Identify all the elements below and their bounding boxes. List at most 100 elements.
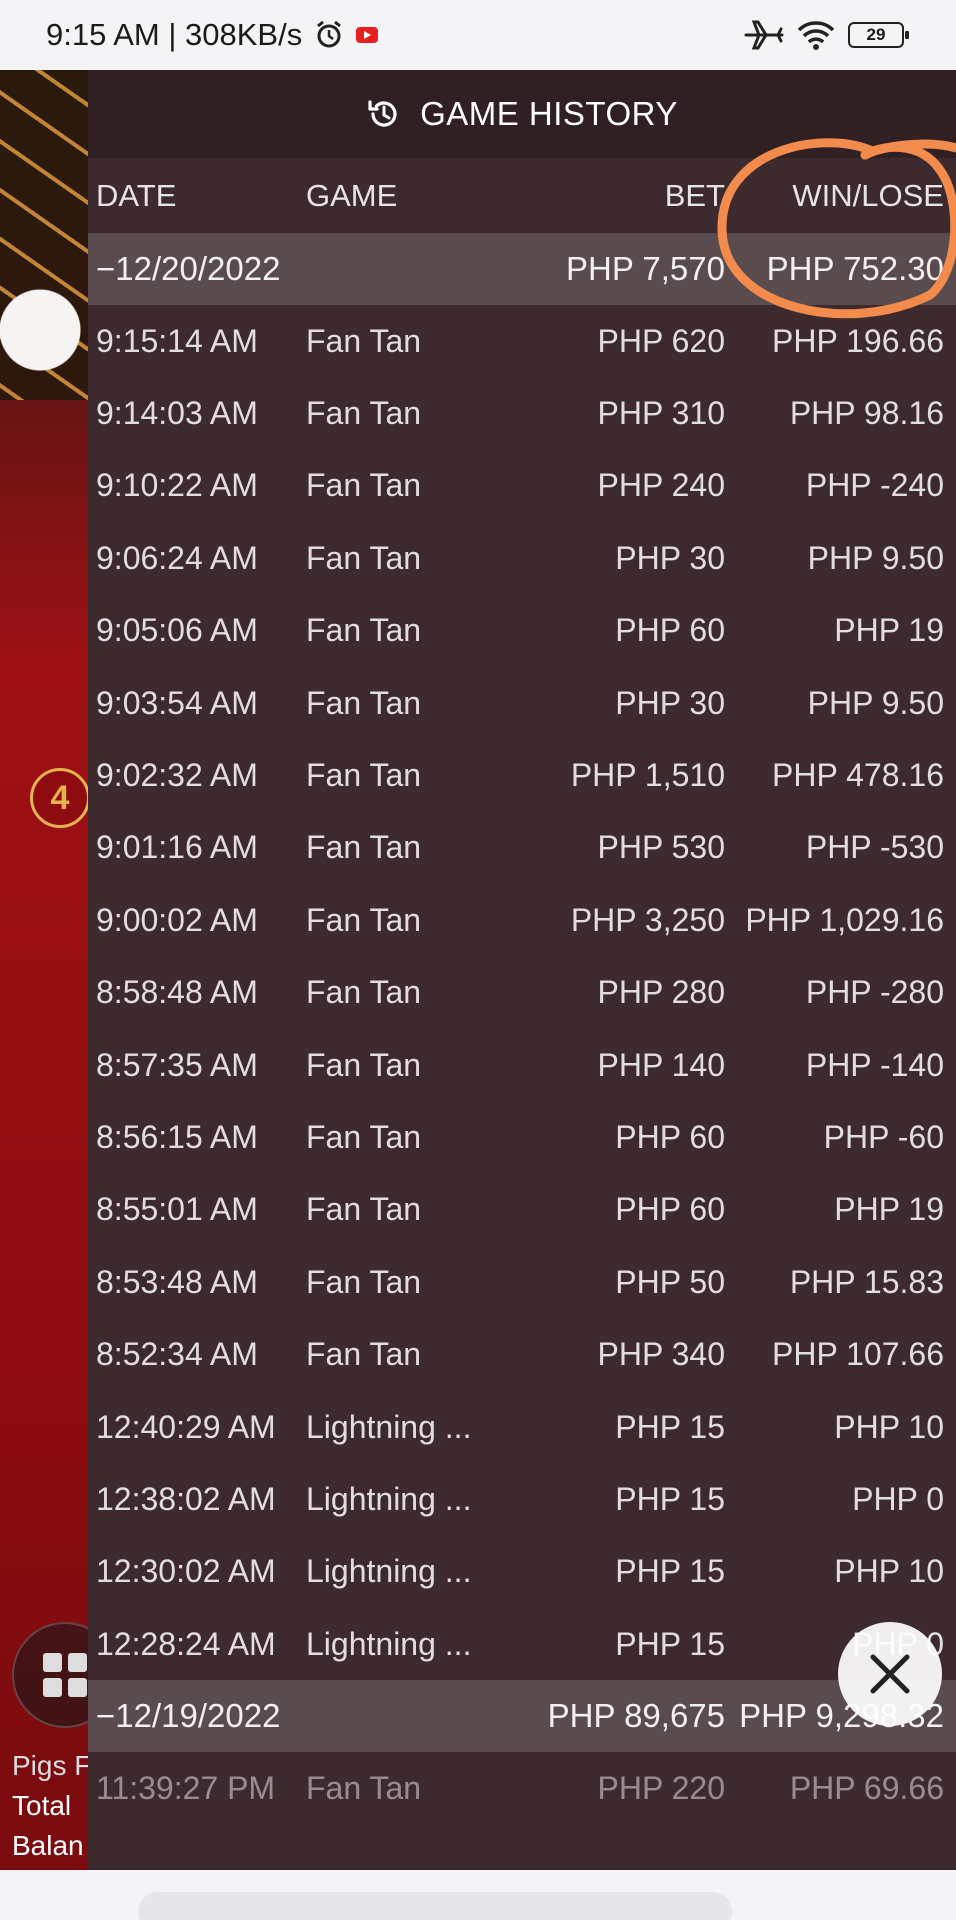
- close-icon: [870, 1654, 910, 1694]
- grid-icon: [43, 1653, 87, 1697]
- row-bet: PHP 15: [615, 1625, 725, 1662]
- history-row[interactable]: 8:58:48 AM Fan Tan PHP 280 PHP -280: [88, 957, 956, 1029]
- row-time: 8:55:01 AM: [96, 1191, 258, 1228]
- history-row[interactable]: 12:38:02 AM Lightning ... PHP 15 PHP 0: [88, 1463, 956, 1535]
- row-time: 8:58:48 AM: [96, 974, 258, 1011]
- history-row[interactable]: 11:39:27 PM Fan Tan PHP 220 PHP 69.66: [88, 1752, 956, 1824]
- row-time: 9:15:14 AM: [96, 322, 258, 359]
- address-bar[interactable]: [138, 1892, 732, 1920]
- history-row[interactable]: 12:30:02 AM Lightning ... PHP 15 PHP 10: [88, 1536, 956, 1608]
- row-game: Lightning ...: [306, 1553, 472, 1590]
- history-row[interactable]: 9:10:22 AM Fan Tan PHP 240 PHP -240: [88, 450, 956, 522]
- history-row[interactable]: 9:03:54 AM Fan Tan PHP 30 PHP 9.50: [88, 667, 956, 739]
- row-game: Fan Tan: [306, 1336, 422, 1373]
- row-bet: PHP 60: [615, 612, 725, 649]
- row-game: Fan Tan: [306, 684, 422, 721]
- column-bet: BET: [664, 177, 725, 213]
- row-game: Fan Tan: [306, 395, 422, 432]
- history-row[interactable]: 9:00:02 AM Fan Tan PHP 3,250 PHP 1,029.16: [88, 884, 956, 956]
- row-win-lose: PHP -530: [805, 829, 944, 866]
- status-right: 29: [744, 19, 909, 51]
- row-win-lose: PHP 10: [834, 1408, 944, 1445]
- history-row[interactable]: 9:05:06 AM Fan Tan PHP 60 PHP 19: [88, 595, 956, 667]
- row-time: 9:06:24 AM: [96, 539, 258, 576]
- row-game: Lightning ...: [306, 1408, 472, 1445]
- row-win-lose: PHP 69.66: [789, 1770, 944, 1807]
- history-row[interactable]: 9:06:24 AM Fan Tan PHP 30 PHP 9.50: [88, 522, 956, 594]
- row-win-lose: PHP 478.16: [772, 757, 944, 794]
- youtube-icon: [356, 27, 379, 43]
- history-row[interactable]: 8:52:34 AM Fan Tan PHP 340 PHP 107.66: [88, 1318, 956, 1390]
- day-total-bet: PHP 7,570: [565, 250, 725, 287]
- row-win-lose: PHP 196.66: [772, 322, 944, 359]
- history-row[interactable]: 12:40:29 AM Lightning ... PHP 15 PHP 10: [88, 1391, 956, 1463]
- row-win-lose: PHP -280: [805, 974, 944, 1011]
- row-game: Fan Tan: [306, 974, 422, 1011]
- row-bet: PHP 15: [615, 1553, 725, 1590]
- row-win-lose: PHP 98.16: [789, 395, 944, 432]
- row-game: Fan Tan: [306, 1046, 422, 1083]
- history-row[interactable]: 9:15:14 AM Fan Tan PHP 620 PHP 196.66: [88, 305, 956, 377]
- history-list[interactable]: −12/20/2022 PHP 7,570 PHP 752.30 9:15:14 AM…: [88, 233, 956, 1825]
- row-time: 8:56:15 AM: [96, 1118, 258, 1155]
- row-bet: PHP 3,250: [570, 901, 725, 938]
- row-bet: PHP 280: [597, 974, 726, 1011]
- history-row[interactable]: 8:55:01 AM Fan Tan PHP 60 PHP 19: [88, 1174, 956, 1246]
- history-row[interactable]: 8:57:35 AM Fan Tan PHP 140 PHP -140: [88, 1029, 956, 1101]
- row-bet: PHP 140: [597, 1046, 726, 1083]
- row-game: Fan Tan: [306, 757, 422, 794]
- history-title: GAME HISTORY: [420, 95, 678, 132]
- row-time: 11:39:27 PM: [96, 1770, 276, 1807]
- history-row[interactable]: 9:14:03 AM Fan Tan PHP 310 PHP 98.16: [88, 377, 956, 449]
- row-bet: PHP 310: [597, 395, 726, 432]
- day-summary-row[interactable]: −12/19/2022 PHP 89,675 PHP 9,298.32: [88, 1680, 956, 1753]
- day-summary-row[interactable]: −12/20/2022 PHP 7,570 PHP 752.30: [88, 233, 956, 305]
- row-game: Fan Tan: [306, 467, 422, 504]
- column-game: GAME: [306, 177, 398, 213]
- day-date: −12/20/2022: [96, 250, 281, 287]
- row-time: 9:05:06 AM: [96, 612, 258, 649]
- day-date: −12/19/2022: [96, 1697, 281, 1735]
- row-time: 8:53:48 AM: [96, 1263, 258, 1300]
- row-time: 9:01:16 AM: [96, 829, 258, 866]
- row-game: Fan Tan: [306, 901, 422, 938]
- airplane-mode-icon: [744, 20, 784, 50]
- history-row[interactable]: 9:02:32 AM Fan Tan PHP 1,510 PHP 478.16: [88, 739, 956, 811]
- row-time: 9:03:54 AM: [96, 684, 258, 721]
- history-icon: [368, 100, 397, 127]
- row-win-lose: PHP 9.50: [807, 539, 944, 576]
- history-row[interactable]: 12:28:24 AMLightning ...PHP 15PHP 0: [88, 1608, 956, 1680]
- row-time: 8:52:34 AM: [96, 1336, 258, 1373]
- round-badge-number: 4: [50, 778, 70, 817]
- history-row[interactable]: 9:01:16 AM Fan Tan PHP 530 PHP -530: [88, 812, 956, 884]
- row-time: 9:00:02 AM: [96, 901, 258, 938]
- row-win-lose: PHP 0: [852, 1480, 944, 1517]
- close-button[interactable]: [838, 1622, 942, 1726]
- history-row[interactable]: 8:53:48 AM Fan Tan PHP 50 PHP 15.83: [88, 1246, 956, 1318]
- game-history-panel: GAME HISTORY DATE GAME BET WIN/LOSE −12/…: [88, 70, 956, 1870]
- status-bar: 9:15 AM | 308KB/s 29: [0, 0, 956, 70]
- row-game: Fan Tan: [306, 1118, 422, 1155]
- row-time: 9:10:22 AM: [96, 467, 258, 504]
- row-game: Fan Tan: [306, 1263, 422, 1300]
- row-bet: PHP 340: [597, 1336, 726, 1373]
- game-name-label: Pigs F: [12, 1750, 92, 1781]
- history-row[interactable]: 8:56:15 AM Fan Tan PHP 60 PHP -60: [88, 1101, 956, 1173]
- row-win-lose: PHP -140: [805, 1046, 944, 1083]
- row-bet: PHP 620: [597, 322, 726, 359]
- row-win-lose: PHP 9.50: [807, 684, 944, 721]
- row-time: 9:02:32 AM: [96, 757, 258, 794]
- row-game: Lightning ...: [306, 1480, 472, 1517]
- row-bet: PHP 30: [615, 684, 725, 721]
- column-date: DATE: [96, 177, 177, 213]
- column-header-row: DATE GAME BET WIN/LOSE: [88, 158, 956, 233]
- status-left: 9:15 AM | 308KB/s: [46, 17, 379, 53]
- day-total-bet: PHP 89,675: [547, 1697, 725, 1735]
- total-label: Total: [12, 1790, 72, 1821]
- row-bet: PHP 30: [615, 539, 725, 576]
- alarm-icon: [317, 20, 342, 48]
- row-win-lose: PHP 107.66: [772, 1336, 944, 1373]
- row-time: 12:28:24 AM: [96, 1625, 276, 1662]
- bottom-navigation-bar: [0, 1870, 956, 1920]
- row-game: Fan Tan: [306, 612, 422, 649]
